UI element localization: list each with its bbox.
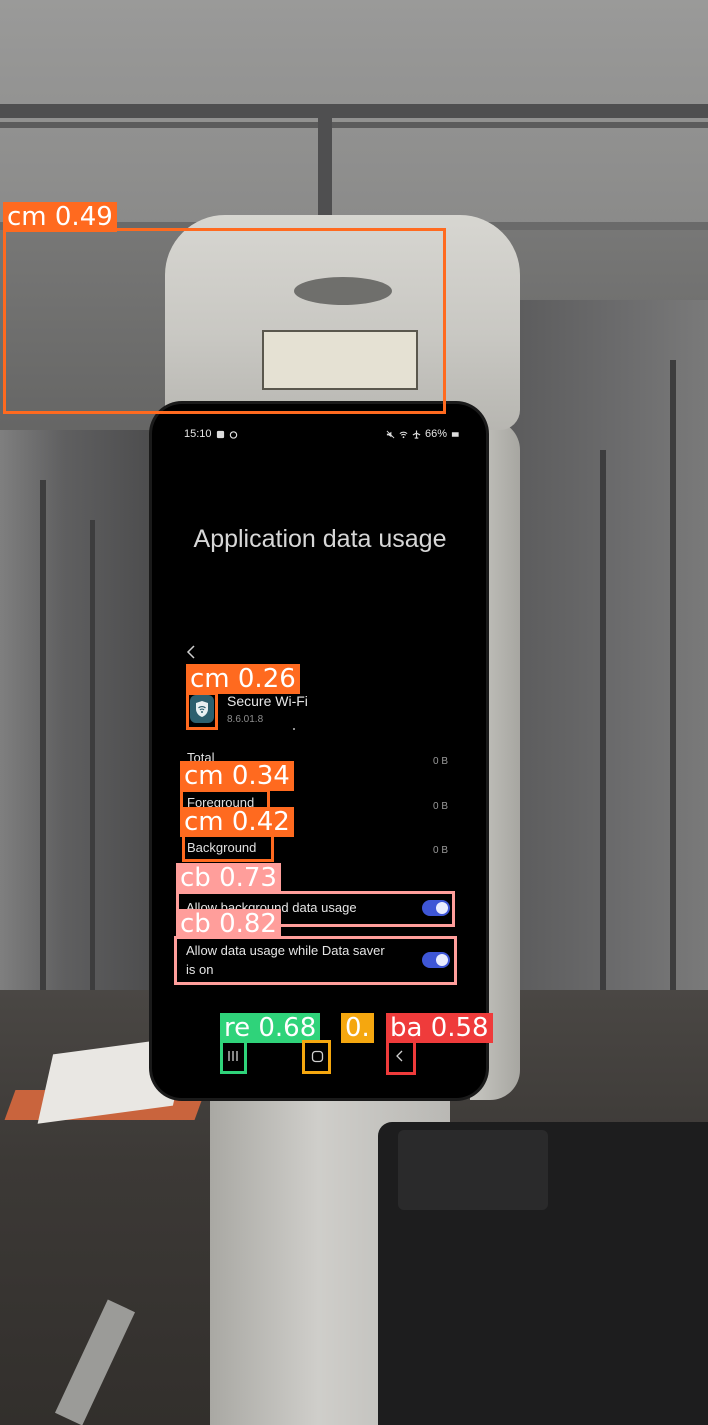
detection-label: cm 0.42 bbox=[180, 807, 294, 837]
detection-label: cb 0.73 bbox=[176, 863, 281, 893]
detection-label: re 0.68 bbox=[220, 1013, 321, 1043]
divider-dot bbox=[293, 728, 295, 730]
ceiling-beam bbox=[0, 104, 708, 118]
detection-label: ba 0.58 bbox=[386, 1013, 493, 1043]
detection-label: cb 0.82 bbox=[176, 909, 281, 939]
detection-box bbox=[302, 1040, 331, 1074]
foreground-value: 0 B bbox=[432, 801, 448, 812]
page-title: Application data usage bbox=[193, 525, 447, 553]
detection-label: cm 0.34 bbox=[180, 761, 294, 791]
total-value: 0 B bbox=[432, 756, 448, 767]
detection-box bbox=[386, 1040, 416, 1075]
enclosure-frame bbox=[670, 360, 676, 1020]
detection-label: cm 0.26 bbox=[186, 664, 300, 694]
notification-icon bbox=[216, 430, 224, 438]
app-version: 8.6.01.8 bbox=[227, 714, 264, 725]
ceiling-beam bbox=[0, 122, 708, 128]
detection-box bbox=[182, 834, 274, 862]
enclosure-frame bbox=[600, 450, 606, 1010]
status-time: 15:10 bbox=[184, 428, 212, 440]
detection-box bbox=[3, 228, 446, 414]
status-bar: 15:10 66% bbox=[184, 428, 460, 442]
detection-label: cm 0.49 bbox=[3, 202, 117, 232]
battery-percent: 66% bbox=[424, 428, 447, 440]
battery-icon bbox=[451, 431, 459, 437]
enclosure-frame bbox=[40, 480, 46, 1020]
ceiling-post bbox=[318, 118, 332, 228]
detection-label: 0. bbox=[341, 1013, 374, 1043]
mute-icon bbox=[386, 430, 395, 438]
airplane-icon bbox=[412, 429, 421, 439]
dark-equipment-top bbox=[398, 1130, 548, 1210]
wifi-icon bbox=[399, 431, 408, 438]
app-name: Secure Wi-Fi bbox=[227, 693, 308, 709]
detection-box bbox=[220, 1040, 247, 1074]
detection-box bbox=[186, 692, 218, 730]
glass-enclosure-left bbox=[0, 430, 160, 1050]
phone-screen: 15:10 66% Application data usage Secure … bbox=[152, 404, 486, 1098]
alarm-icon bbox=[229, 430, 237, 439]
back-chevron-icon[interactable] bbox=[184, 644, 198, 660]
detection-box bbox=[174, 936, 457, 985]
background-value: 0 B bbox=[432, 845, 448, 856]
enclosure-frame bbox=[90, 520, 95, 990]
